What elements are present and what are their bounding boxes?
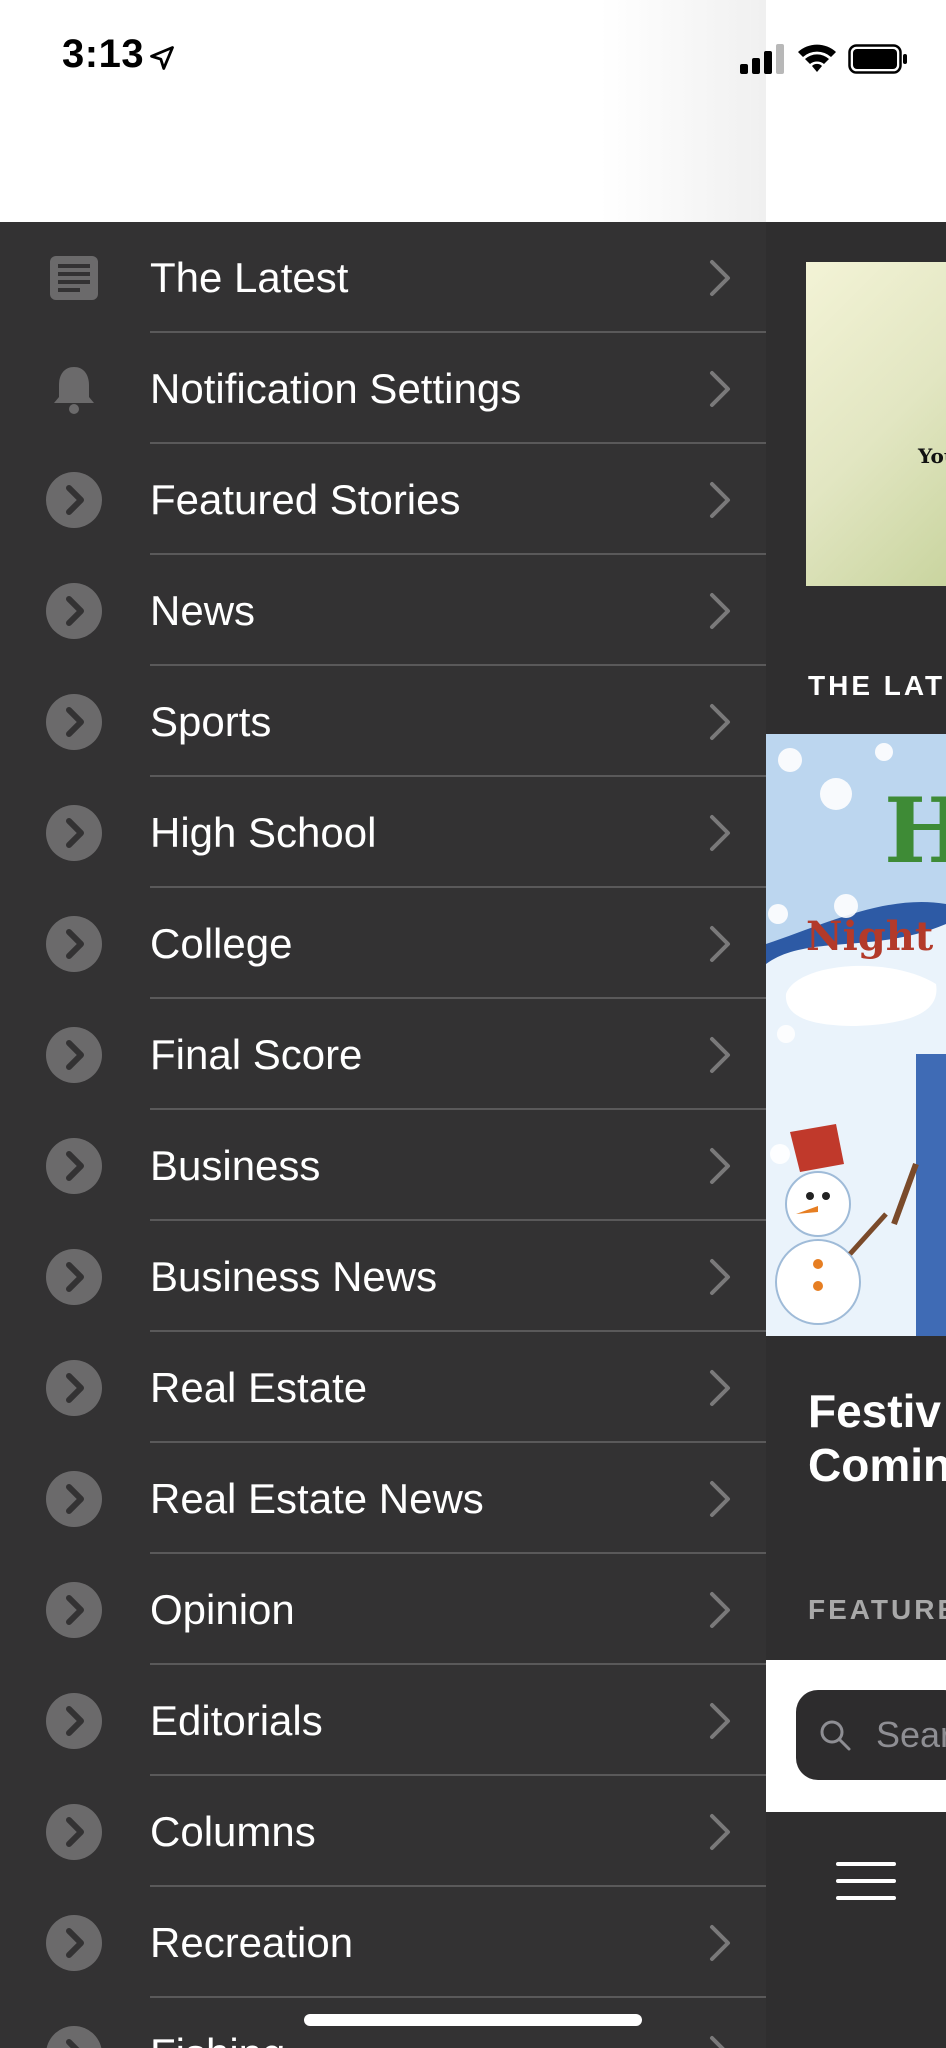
menu-item-final-score[interactable]: Final Score xyxy=(0,999,766,1110)
chevron-circle-icon xyxy=(46,1249,102,1305)
chevron-circle-icon xyxy=(46,1915,102,1971)
festive-story-image[interactable]: Ho Night L xyxy=(766,734,946,1336)
chevron-right-icon xyxy=(706,1923,734,1963)
menu-item-sports[interactable]: Sports xyxy=(0,666,766,777)
chevron-right-icon xyxy=(706,591,734,631)
menu-item-business-news[interactable]: Business News xyxy=(0,1221,766,1332)
section-heading-featured: FEATURE xyxy=(808,1594,946,1625)
chevron-right-icon xyxy=(706,702,734,742)
newspaper-icon xyxy=(46,250,102,306)
chevron-right-icon xyxy=(706,1368,734,1408)
search-area: Sear xyxy=(766,1660,946,1812)
status-bar: 3:13 xyxy=(0,0,946,222)
menu-item-label: Featured Stories xyxy=(150,476,461,523)
chevron-right-icon xyxy=(706,2034,734,2048)
hero-image-text: You xyxy=(918,444,946,468)
menu-item-label: Notification Settings xyxy=(150,365,522,412)
festive-illustration: Ho Night L xyxy=(766,734,946,1336)
menu-item-label: Recreation xyxy=(150,1919,354,1966)
menu-item-label: College xyxy=(150,920,293,967)
wifi-icon xyxy=(798,44,836,72)
chevron-right-icon xyxy=(706,258,734,298)
status-bar-fade xyxy=(600,0,766,222)
chevron-circle-icon xyxy=(46,805,102,861)
menu-item-label: Real Estate News xyxy=(150,1475,484,1522)
chevron-right-icon xyxy=(706,1701,734,1741)
chevron-circle-icon xyxy=(46,472,102,528)
status-time: 3:13 xyxy=(62,32,145,76)
menu-item-label: Business xyxy=(150,1142,321,1189)
menu-item-high-school[interactable]: High School xyxy=(0,777,766,888)
svg-text:Ho: Ho xyxy=(884,778,946,884)
chevron-circle-icon xyxy=(46,1693,102,1749)
chevron-circle-icon xyxy=(46,1471,102,1527)
chevron-right-icon xyxy=(706,1590,734,1630)
chevron-right-icon xyxy=(706,1146,734,1186)
chevron-circle-icon xyxy=(46,583,102,639)
chevron-circle-icon xyxy=(46,694,102,750)
chevron-right-icon xyxy=(706,1479,734,1519)
menu-item-business[interactable]: Business xyxy=(0,1110,766,1221)
menu-item-opinion[interactable]: Opinion xyxy=(0,1554,766,1665)
chevron-circle-icon xyxy=(46,1804,102,1860)
menu-item-label: News xyxy=(150,587,256,634)
menu-item-label: Business News xyxy=(150,1253,438,1300)
chevron-circle-icon xyxy=(46,1027,102,1083)
chevron-right-icon xyxy=(706,813,734,853)
menu-item-label: Sports xyxy=(150,698,272,745)
chevron-circle-icon xyxy=(46,1582,102,1638)
menu-item-label: Final Score xyxy=(150,1031,363,1078)
chevron-right-icon xyxy=(706,1812,734,1852)
menu-item-featured-stories[interactable]: Featured Stories xyxy=(0,444,766,555)
chevron-circle-icon xyxy=(46,1138,102,1194)
search-input[interactable]: Sear xyxy=(796,1690,946,1780)
menu-item-recreation[interactable]: Recreation xyxy=(0,1887,766,1998)
hero-image[interactable] xyxy=(806,262,946,586)
menu-item-notification-settings[interactable]: Notification Settings xyxy=(0,333,766,444)
chevron-right-icon xyxy=(706,480,734,520)
menu-item-label: Real Estate xyxy=(150,1364,368,1411)
menu-item-news[interactable]: News xyxy=(0,555,766,666)
svg-text:Night L: Night L xyxy=(806,913,946,960)
hamburger-menu-icon[interactable] xyxy=(836,1862,896,1902)
chevron-right-icon xyxy=(706,924,734,964)
home-indicator[interactable] xyxy=(304,2014,642,2026)
menu-item-real-estate[interactable]: Real Estate xyxy=(0,1332,766,1443)
battery-icon xyxy=(848,44,907,74)
menu-item-the-latest[interactable]: The Latest xyxy=(0,222,766,333)
chevron-right-icon xyxy=(706,1257,734,1297)
menu-item-label: Editorials xyxy=(150,1697,323,1744)
chevron-right-icon xyxy=(706,1035,734,1075)
search-placeholder: Sear xyxy=(876,1714,946,1755)
menu-item-real-estate-news[interactable]: Real Estate News xyxy=(0,1443,766,1554)
menu-item-label: Columns xyxy=(150,1808,316,1855)
menu-item-columns[interactable]: Columns xyxy=(0,1776,766,1887)
story-title-line-1: Festiv xyxy=(808,1385,941,1437)
menu-item-label: Fishing xyxy=(150,1998,285,2048)
search-icon xyxy=(820,1720,851,1751)
chevron-circle-icon xyxy=(46,2026,102,2048)
chevron-right-icon xyxy=(706,369,734,409)
chevron-circle-icon xyxy=(46,1360,102,1416)
bell-icon xyxy=(46,361,102,417)
menu-item-label: High School xyxy=(150,809,377,856)
section-heading-latest: THE LAT xyxy=(808,670,946,701)
content-panel[interactable]: You THE LAT Ho Night L xyxy=(766,222,946,2048)
menu-item-editorials[interactable]: Editorials xyxy=(0,1665,766,1776)
story-title[interactable]: Festiv Comin xyxy=(808,1384,946,1492)
story-title-line-2: Comin xyxy=(808,1439,946,1491)
chevron-circle-icon xyxy=(46,916,102,972)
menu-item-college[interactable]: College xyxy=(0,888,766,999)
location-arrow-icon xyxy=(150,46,174,70)
menu-item-label: The Latest xyxy=(150,254,349,301)
menu-item-label: Opinion xyxy=(150,1586,295,1633)
side-drawer-menu: The Latest Notification Settings Featured … xyxy=(0,222,766,2048)
cellular-signal-icon xyxy=(740,44,784,74)
